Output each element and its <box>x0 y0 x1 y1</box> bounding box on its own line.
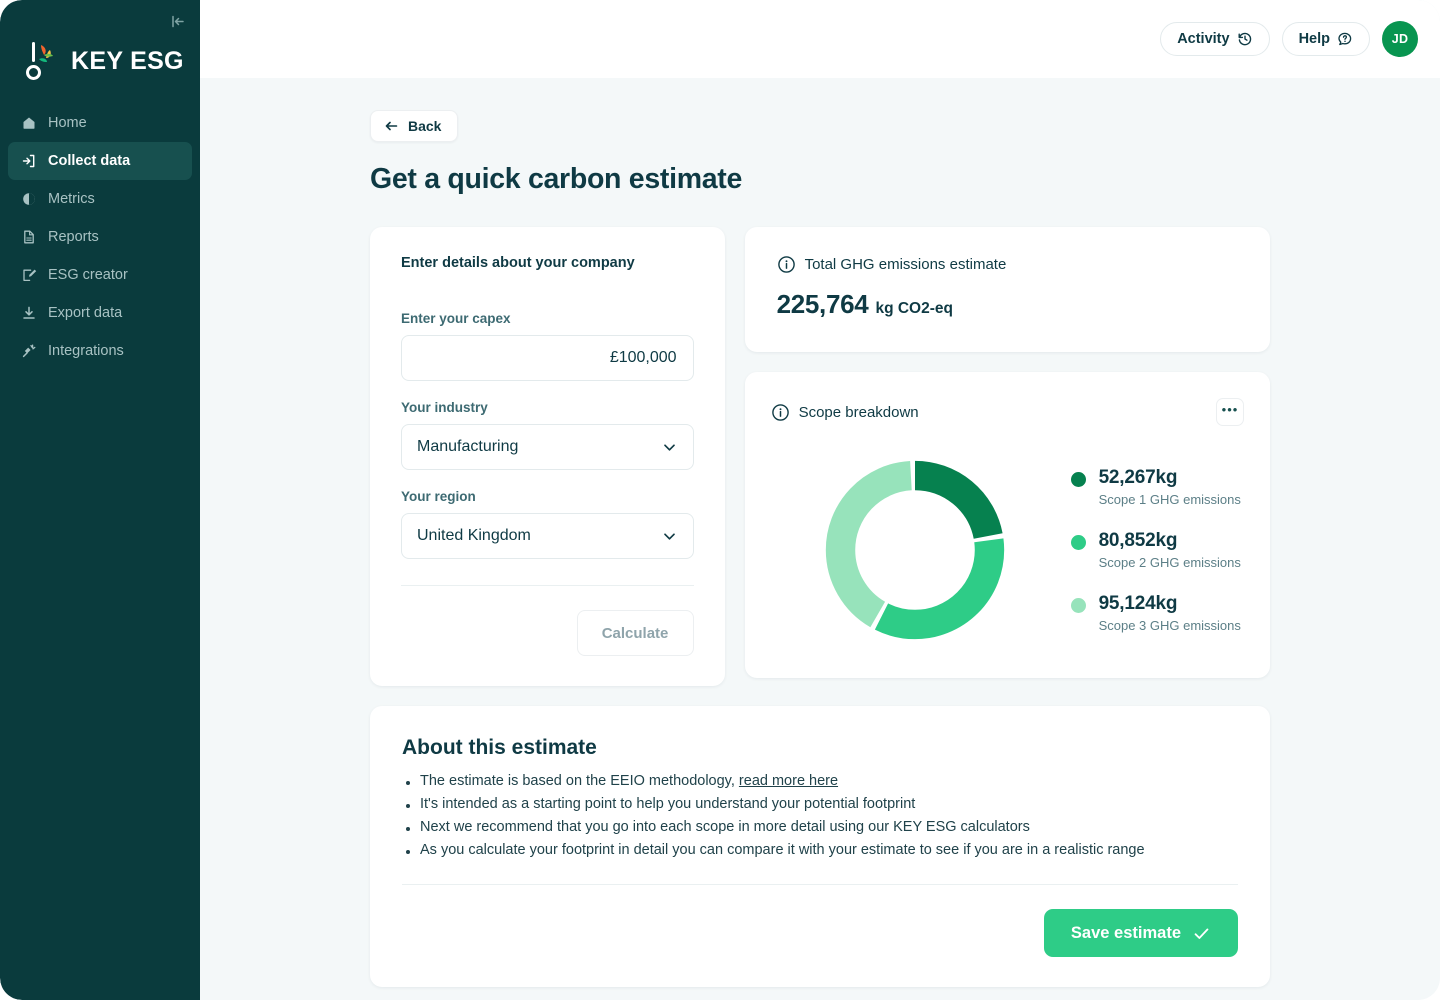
sidebar-nav: Home Collect data Metr <box>0 92 200 370</box>
donut-chart-svg <box>817 452 1013 648</box>
sidebar-item-label: Integrations <box>48 344 124 359</box>
collapse-left-icon <box>169 13 186 30</box>
list-item: Next we recommend that you go into each … <box>402 819 1238 835</box>
list-item: It's intended as a starting point to hel… <box>402 796 1238 812</box>
about-title: About this estimate <box>402 736 1238 760</box>
legend-value: 80,852kg <box>1099 530 1241 552</box>
list-item: As you calculate your footprint in detai… <box>402 842 1238 858</box>
capex-label: Enter your capex <box>401 311 694 326</box>
sidebar-item-label: Metrics <box>48 192 95 207</box>
collect-data-icon <box>20 153 37 170</box>
industry-field: Your industry Manufacturing <box>401 400 694 470</box>
legend-item: 52,267kg Scope 1 GHG emissions <box>1071 467 1241 507</box>
key-esg-logo-icon <box>26 39 62 83</box>
chevron-down-icon <box>661 528 678 545</box>
results-column: Total GHG emissions estimate 225,764 kg … <box>745 227 1270 678</box>
scope-breakdown-card: Scope breakdown ••• <box>745 372 1270 678</box>
form-title: Enter details about your company <box>401 255 694 271</box>
legend-label: Scope 3 GHG emissions <box>1099 618 1241 633</box>
calculate-button[interactable]: Calculate <box>577 610 694 656</box>
page-content: Back Get a quick carbon estimate Enter d… <box>200 78 1440 1000</box>
back-label: Back <box>408 118 441 134</box>
sidebar-item-label: Collect data <box>48 154 130 169</box>
total-emissions-unit: kg CO2-eq <box>875 300 953 318</box>
scope-card-menu-button[interactable]: ••• <box>1216 398 1244 426</box>
list-item: The estimate is based on the EEIO method… <box>402 773 1238 789</box>
sidebar-item-home[interactable]: Home <box>8 104 192 142</box>
chart-legend: 52,267kg Scope 1 GHG emissions 80,852kg <box>1071 467 1241 633</box>
region-value: United Kingdom <box>417 527 531 545</box>
info-icon[interactable] <box>771 403 790 422</box>
download-icon <box>20 305 37 322</box>
sidebar-item-reports[interactable]: Reports <box>8 218 192 256</box>
document-icon <box>20 229 37 246</box>
scope-card-title: Scope breakdown <box>799 404 919 421</box>
about-estimate-card: About this estimate The estimate is base… <box>370 706 1270 987</box>
topbar: Activity Help JD <box>200 0 1440 78</box>
legend-item: 80,852kg Scope 2 GHG emissions <box>1071 530 1241 570</box>
total-emissions-card: Total GHG emissions estimate 225,764 kg … <box>745 227 1270 352</box>
legend-item: 95,124kg Scope 3 GHG emissions <box>1071 593 1241 633</box>
region-select[interactable]: United Kingdom <box>401 513 694 559</box>
form-divider <box>401 585 694 586</box>
read-more-link[interactable]: read more here <box>739 773 838 789</box>
sidebar-item-export-data[interactable]: Export data <box>8 294 192 332</box>
bullet-text: The estimate is based on the EEIO method… <box>420 773 739 789</box>
brand-name: KEY ESG <box>71 47 184 76</box>
plug-icon <box>20 343 37 360</box>
total-emissions-value: 225,764 <box>777 289 869 320</box>
legend-value: 52,267kg <box>1099 467 1241 489</box>
legend-color-dot <box>1071 472 1086 487</box>
help-button[interactable]: Help <box>1282 22 1370 56</box>
sidebar-item-collect-data[interactable]: Collect data <box>8 142 192 180</box>
page-title: Get a quick carbon estimate <box>370 163 1270 196</box>
help-label: Help <box>1299 31 1330 47</box>
clock-rewind-icon <box>1237 31 1253 47</box>
estimate-row: Enter details about your company Enter y… <box>370 227 1270 686</box>
company-details-card: Enter details about your company Enter y… <box>370 227 725 686</box>
about-bullet-list: The estimate is based on the EEIO method… <box>402 773 1238 858</box>
arrow-left-icon <box>384 119 399 133</box>
pie-chart-icon <box>20 191 37 208</box>
document-edit-icon <box>20 267 37 284</box>
back-button[interactable]: Back <box>370 110 458 142</box>
about-divider <box>402 884 1238 885</box>
main-area: Activity Help JD <box>200 0 1440 1000</box>
total-card-title: Total GHG emissions estimate <box>805 256 1007 273</box>
sidebar-item-metrics[interactable]: Metrics <box>8 180 192 218</box>
app-window: KEY ESG Home Collect data <box>0 0 1440 1000</box>
save-estimate-label: Save estimate <box>1071 924 1181 943</box>
industry-select[interactable]: Manufacturing <box>401 424 694 470</box>
check-icon <box>1192 924 1211 943</box>
home-icon <box>20 115 37 132</box>
activity-label: Activity <box>1177 31 1229 47</box>
activity-button[interactable]: Activity <box>1160 22 1269 56</box>
sidebar-item-label: Reports <box>48 230 99 245</box>
chevron-down-icon <box>661 439 678 456</box>
legend-label: Scope 2 GHG emissions <box>1099 555 1241 570</box>
sidebar: KEY ESG Home Collect data <box>0 0 200 1000</box>
sidebar-item-label: ESG creator <box>48 268 128 283</box>
scope-donut-chart: 52,267kg Scope 1 GHG emissions 80,852kg <box>771 452 1244 648</box>
legend-color-dot <box>1071 598 1086 613</box>
sidebar-item-label: Home <box>48 116 87 131</box>
save-estimate-button[interactable]: Save estimate <box>1044 909 1238 957</box>
legend-color-dot <box>1071 535 1086 550</box>
sidebar-collapse-button[interactable] <box>164 8 190 34</box>
info-icon[interactable] <box>777 255 796 274</box>
region-label: Your region <box>401 489 694 504</box>
avatar-initials: JD <box>1392 32 1409 46</box>
sidebar-item-esg-creator[interactable]: ESG creator <box>8 256 192 294</box>
region-field: Your region United Kingdom <box>401 489 694 559</box>
capex-input[interactable]: £100,000 <box>401 335 694 381</box>
question-bubble-icon <box>1337 31 1353 47</box>
industry-value: Manufacturing <box>417 438 518 456</box>
capex-field: Enter your capex £100,000 <box>401 311 694 381</box>
avatar[interactable]: JD <box>1382 21 1418 57</box>
legend-label: Scope 1 GHG emissions <box>1099 492 1241 507</box>
sidebar-item-label: Export data <box>48 306 122 321</box>
legend-value: 95,124kg <box>1099 593 1241 615</box>
sidebar-item-integrations[interactable]: Integrations <box>8 332 192 370</box>
industry-label: Your industry <box>401 400 694 415</box>
